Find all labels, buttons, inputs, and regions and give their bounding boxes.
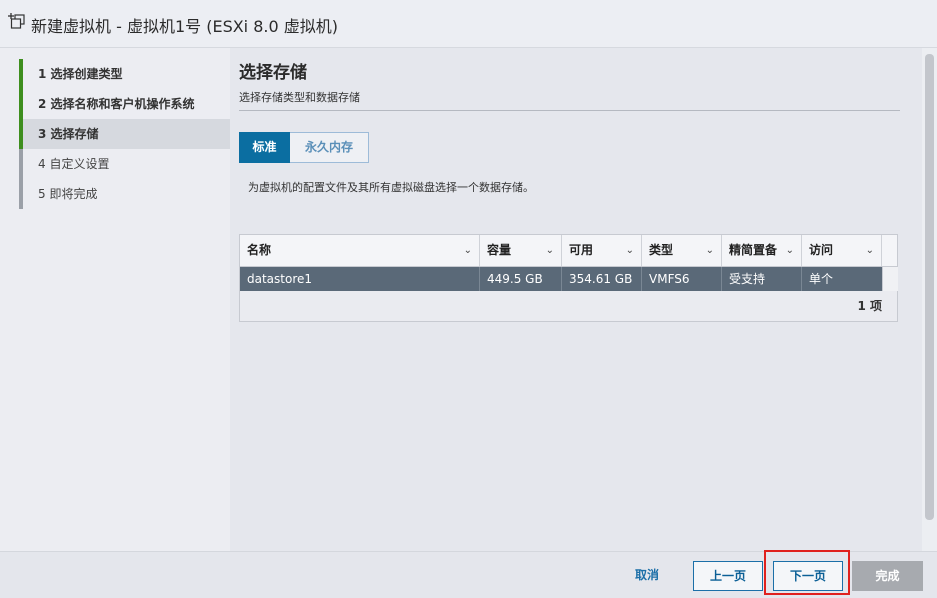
tab-standard[interactable]: 标准 <box>239 132 290 163</box>
cell-free: 354.61 GB <box>562 267 642 291</box>
cell-type: VMFS6 <box>642 267 722 291</box>
cell-capacity: 449.5 GB <box>480 267 562 291</box>
cancel-button[interactable]: 取消 <box>624 561 670 591</box>
wizard-content: 选择存储 选择存储类型和数据存储 标准 永久内存 为虚拟机的配置文件及其所有虚拟… <box>230 48 922 551</box>
table-scrollbar[interactable] <box>882 267 898 291</box>
storage-description: 为虚拟机的配置文件及其所有虚拟磁盘选择一个数据存储。 <box>248 181 534 194</box>
title-bar: 新建虚拟机 - 虚拟机1号 (ESXi 8.0 虚拟机) <box>0 0 937 48</box>
chevron-down-icon[interactable]: ⌄ <box>546 235 554 266</box>
back-button[interactable]: 上一页 <box>693 561 763 591</box>
item-count: 1 项 <box>857 299 882 313</box>
content-scrollbar[interactable] <box>922 48 937 551</box>
column-header-capacity[interactable]: 容量 ⌄ <box>480 235 562 266</box>
column-label: 精简置备 <box>729 243 778 257</box>
wizard-steps-sidebar: 1 选择创建类型 2 选择名称和客户机操作系统 3 选择存储 4 自定义设置 5… <box>0 48 230 551</box>
column-label: 可用 <box>569 243 594 257</box>
tab-persistent-memory[interactable]: 永久内存 <box>290 132 369 163</box>
column-header-free[interactable]: 可用 ⌄ <box>562 235 642 266</box>
new-vm-icon <box>8 13 25 29</box>
chevron-down-icon[interactable]: ⌄ <box>866 235 874 266</box>
chevron-down-icon[interactable]: ⌄ <box>786 235 794 266</box>
chevron-down-icon[interactable]: ⌄ <box>464 235 472 266</box>
column-header-name[interactable]: 名称 ⌄ <box>240 235 480 266</box>
step-customize-settings: 4 自定义设置 <box>19 149 230 179</box>
page-subheading: 选择存储类型和数据存储 <box>239 91 360 104</box>
step-select-storage[interactable]: 3 选择存储 <box>19 119 230 149</box>
table-row[interactable]: datastore1 449.5 GB 354.61 GB VMFS6 受支持 … <box>240 267 882 291</box>
step-ready-to-complete: 5 即将完成 <box>19 179 230 209</box>
table-header: 名称 ⌄ 容量 ⌄ 可用 ⌄ 类型 ⌄ 精简置备 ⌄ 访问 ⌄ <box>240 235 897 267</box>
column-label: 访问 <box>809 243 834 257</box>
cell-name: datastore1 <box>240 267 480 291</box>
column-header-type[interactable]: 类型 ⌄ <box>642 235 722 266</box>
column-header-access[interactable]: 访问 ⌄ <box>802 235 882 266</box>
heading-divider <box>239 110 900 111</box>
step-select-creation-type[interactable]: 1 选择创建类型 <box>19 59 230 89</box>
window-title: 新建虚拟机 - 虚拟机1号 (ESXi 8.0 虚拟机) <box>31 17 338 36</box>
datastore-table: 名称 ⌄ 容量 ⌄ 可用 ⌄ 类型 ⌄ 精简置备 ⌄ 访问 ⌄ datastore1 449… <box>239 234 898 322</box>
column-label: 容量 <box>487 243 512 257</box>
next-button-highlight <box>764 550 850 595</box>
scrollbar-thumb[interactable] <box>925 54 934 520</box>
column-label: 名称 <box>247 243 272 257</box>
chevron-down-icon[interactable]: ⌄ <box>706 235 714 266</box>
storage-type-toggle: 标准 永久内存 <box>239 132 369 163</box>
finish-button: 完成 <box>852 561 923 591</box>
cell-thin-provisioning: 受支持 <box>722 267 802 291</box>
page-heading: 选择存储 <box>239 63 307 83</box>
column-label: 类型 <box>649 243 674 257</box>
chevron-down-icon[interactable]: ⌄ <box>626 235 634 266</box>
step-select-name-and-os[interactable]: 2 选择名称和客户机操作系统 <box>19 89 230 119</box>
cell-access: 单个 <box>809 272 834 286</box>
column-header-thin-provisioning[interactable]: 精简置备 ⌄ <box>722 235 802 266</box>
